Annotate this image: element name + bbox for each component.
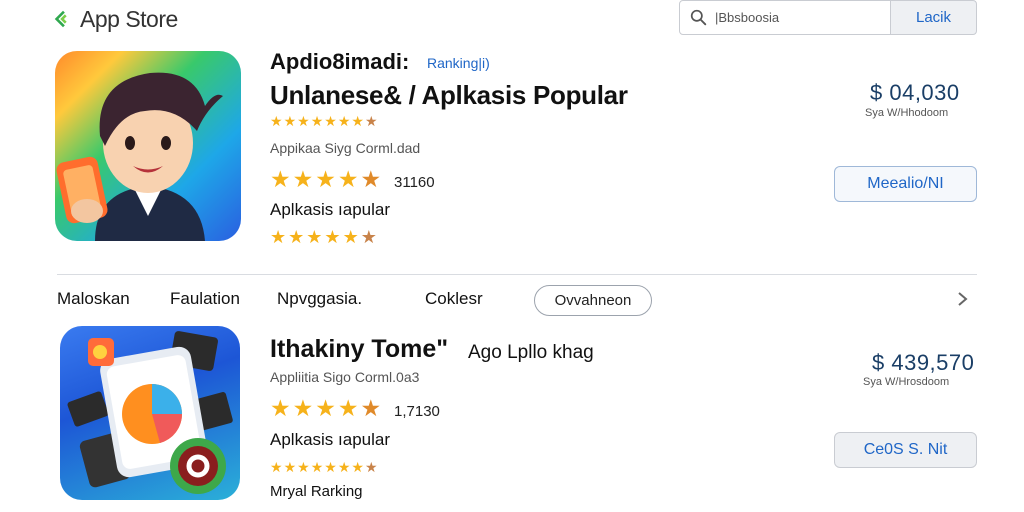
tab-ovvahneon[interactable]: Ovvahneon — [534, 285, 652, 316]
featured-category-label: Aplkasis ıapular — [270, 200, 391, 219]
featured-category-stars: ★ ★ ★ ★ ★ ★ — [270, 228, 379, 246]
star-icon: ★ — [337, 166, 359, 192]
star-icon: ★ — [283, 459, 297, 475]
star-icon: ★ — [292, 166, 314, 192]
star-icon: ★ — [351, 113, 364, 129]
star-icon: ★ — [324, 459, 337, 475]
featured-title-line1: Apdio8imadi: — [270, 49, 410, 74]
featured-meta: Appikaa Siyg Corml.dad — [270, 140, 421, 156]
featured-rating-stars: ★ ★ ★ ★ ★ — [270, 168, 383, 191]
second-app-icon[interactable] — [60, 326, 240, 500]
star-icon: ★ — [270, 459, 283, 475]
star-icon: ★ — [337, 395, 359, 421]
star-icon: ★ — [270, 395, 291, 421]
star-icon: ★ — [306, 227, 323, 247]
star-icon: ★ — [310, 459, 324, 475]
star-icon: ★ — [364, 459, 378, 475]
star-icon: ★ — [342, 227, 359, 247]
star-icon: ★ — [315, 395, 336, 421]
search-icon — [690, 9, 707, 26]
second-price: $ 439,570 — [872, 350, 975, 375]
star-icon: ★ — [270, 227, 287, 247]
star-icon: ★ — [310, 113, 324, 129]
star-icon: ★ — [270, 113, 283, 129]
app-store-logo[interactable]: App Store — [52, 4, 178, 34]
star-icon: ★ — [351, 459, 364, 475]
ranking-tag[interactable]: Ranking|i) — [427, 55, 490, 71]
star-icon: ★ — [360, 227, 377, 247]
star-icon: ★ — [288, 227, 305, 247]
star-icon: ★ — [270, 166, 291, 192]
featured-action-button[interactable]: Meealio/NI — [834, 166, 977, 202]
star-icon: ★ — [324, 113, 337, 129]
star-icon: ★ — [364, 113, 378, 129]
tab-coklesr[interactable]: Coklesr — [425, 289, 483, 309]
star-icon: ★ — [337, 113, 351, 129]
star-icon: ★ — [292, 395, 314, 421]
second-category-label: Aplkasis ıapular — [270, 430, 391, 449]
star-icon: ★ — [360, 395, 382, 421]
featured-title-line2[interactable]: Unlanese& / Aplkasis Popular — [270, 80, 628, 111]
second-ranking-label: Mryal Rarking — [270, 483, 363, 500]
star-icon: ★ — [315, 166, 336, 192]
star-icon: ★ — [297, 459, 310, 475]
star-icon: ★ — [324, 227, 341, 247]
featured-price: $ 04,030 — [870, 80, 960, 105]
cartoon-character-icon — [56, 72, 223, 241]
second-app-title[interactable]: Ithakiny Tome" — [270, 335, 448, 364]
search-value: |Bbsboosia — [715, 10, 780, 25]
second-rating-stars: ★ ★ ★ ★ ★ — [270, 397, 383, 420]
star-icon: ★ — [337, 459, 351, 475]
second-app-subtitle: Ago Lpllo khag — [468, 342, 594, 363]
app-store-logo-icon — [54, 10, 67, 28]
featured-price-sub: Sya W/Hhodoom — [865, 107, 949, 119]
section-divider — [57, 274, 977, 275]
logo-text: App Store — [80, 5, 178, 32]
star-icon: ★ — [297, 113, 310, 129]
second-small-stars: ★ ★ ★ ★ ★ ★ ★ ★ — [270, 460, 379, 474]
featured-rating-count: 31160 — [394, 174, 435, 191]
tab-npvggasia[interactable]: Npvggasia. — [277, 289, 362, 309]
star-icon: ★ — [360, 166, 382, 192]
featured-small-stars: ★ ★ ★ ★ ★ ★ ★ ★ — [270, 114, 379, 128]
second-action-button[interactable]: Ce0S S. Nit — [834, 432, 977, 468]
chevron-right-icon[interactable] — [954, 290, 972, 308]
search-input[interactable]: |Bbsboosia — [679, 0, 891, 35]
featured-app-icon[interactable] — [55, 51, 241, 241]
second-rating-count: 1,7130 — [394, 403, 440, 420]
second-app-meta: Appliitia Sigo Corml.0a3 — [270, 369, 420, 385]
tab-maloskan[interactable]: Maloskan — [57, 289, 130, 309]
second-price-sub: Sya W/Hrosdoom — [863, 376, 950, 388]
star-icon: ★ — [283, 113, 297, 129]
phone-collage-icon — [67, 331, 233, 494]
search-button[interactable]: Lacik — [890, 0, 977, 35]
tab-faulation[interactable]: Faulation — [170, 289, 240, 309]
